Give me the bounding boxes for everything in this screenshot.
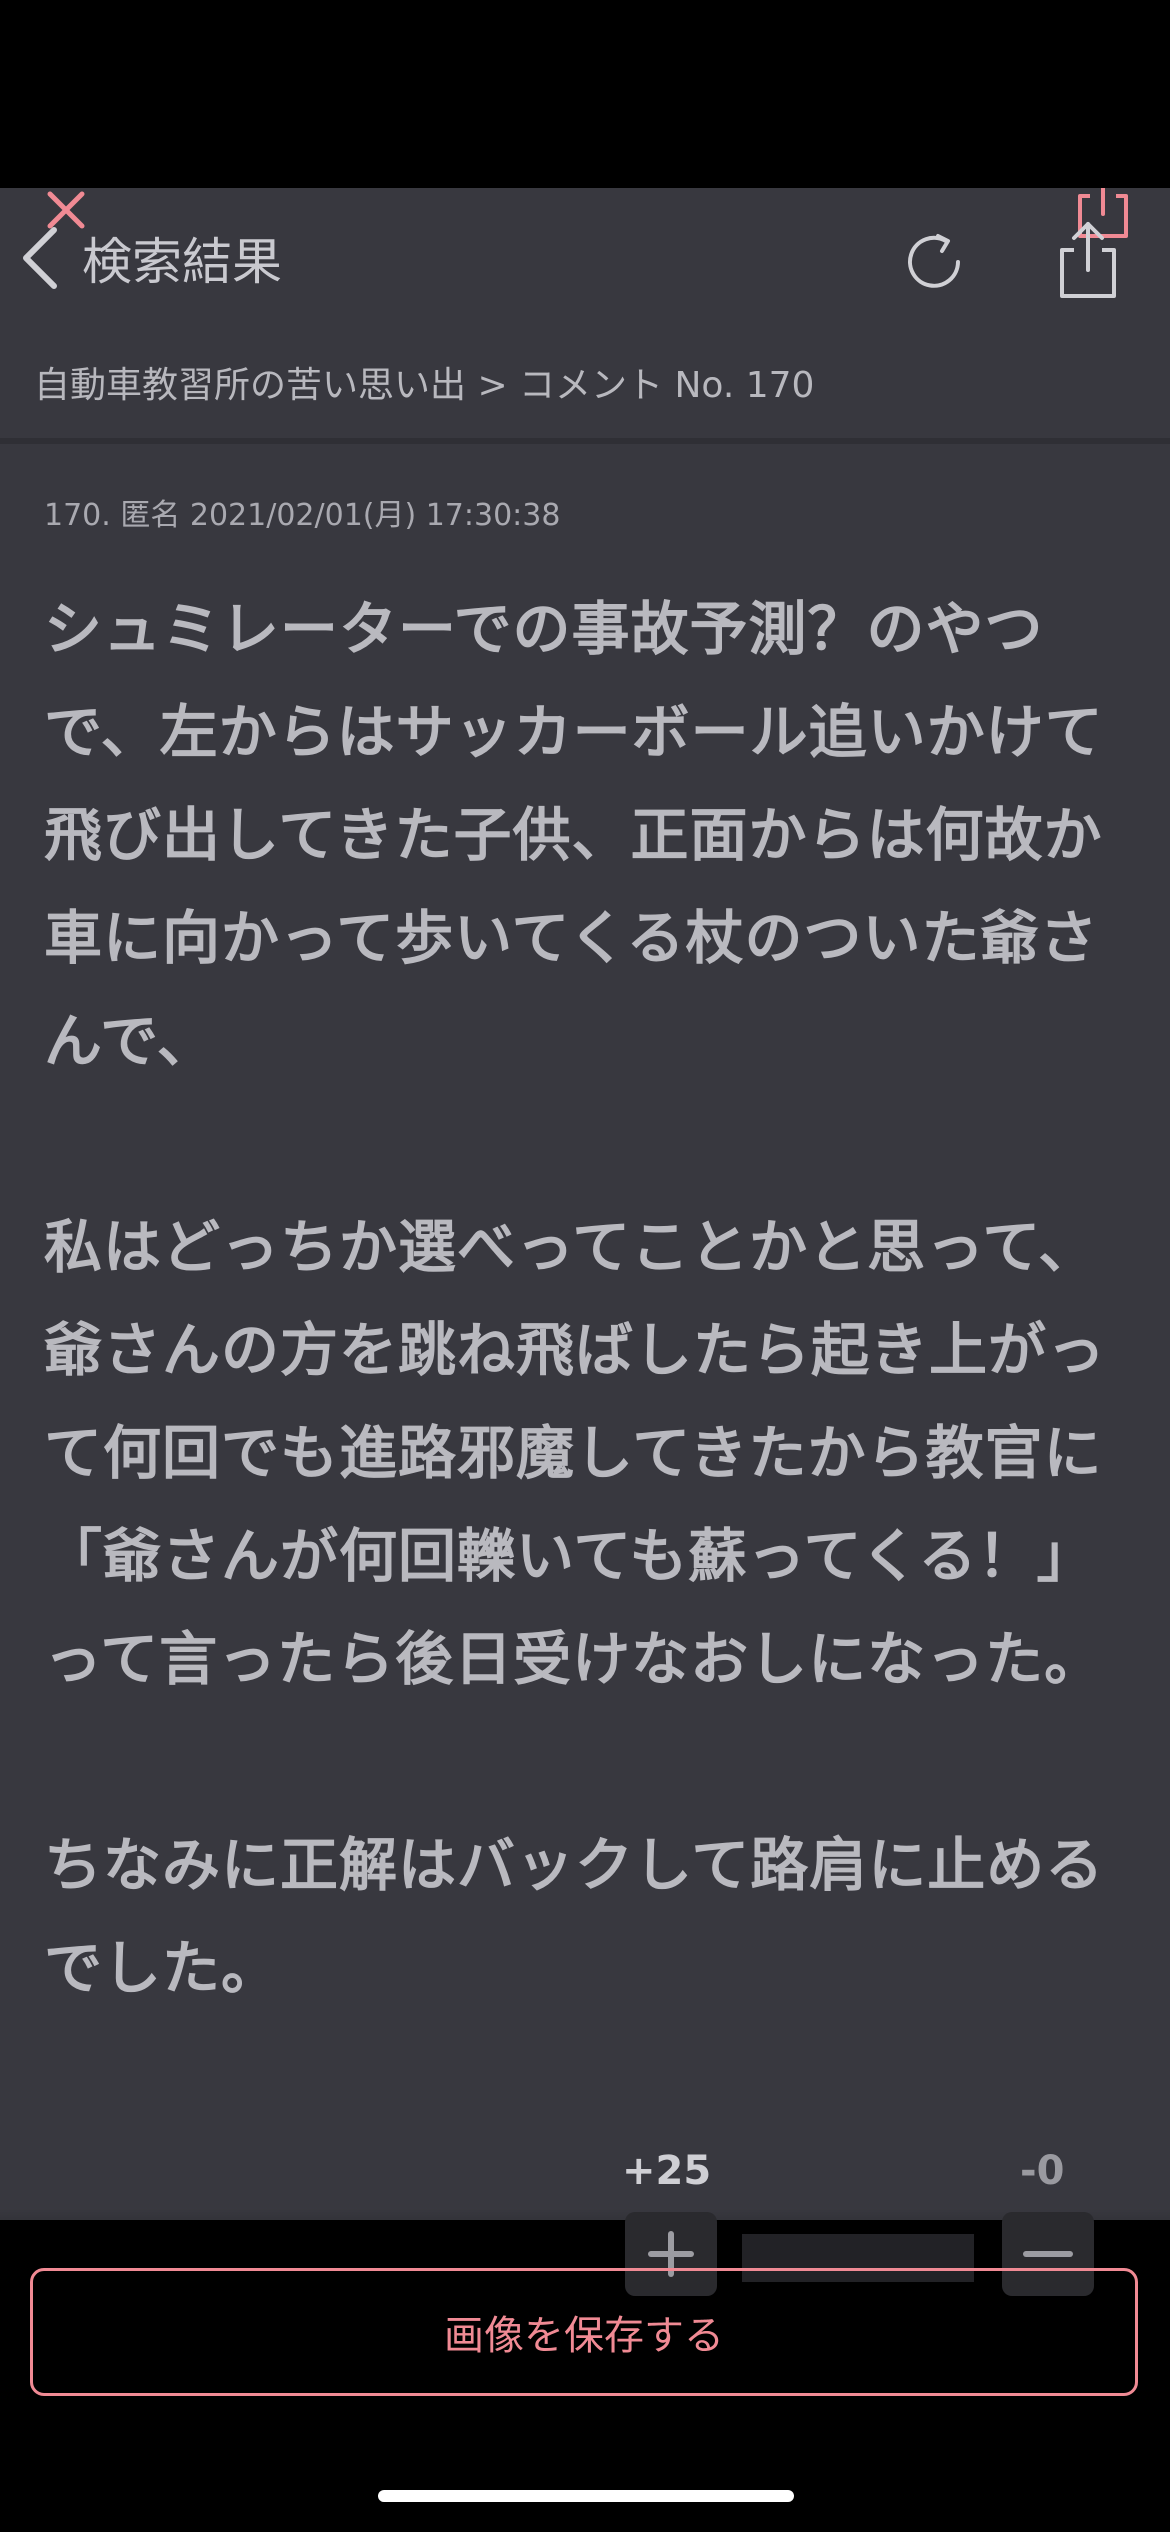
breadcrumb[interactable]: 自動車教習所の苦い思い出 > コメント No. 170 xyxy=(34,356,814,408)
minus-vote-count: -0 xyxy=(1020,2148,1065,2194)
share-icon xyxy=(1060,222,1116,298)
comment-paragraph: シュミレーターでの事故予測？のやつで、左からはサッカーボール追いかけて飛び出して… xyxy=(44,595,1104,1075)
back-button[interactable]: 検索結果 xyxy=(20,218,282,298)
navigation-bar: 検索結果 xyxy=(0,188,1170,328)
refresh-icon xyxy=(908,234,960,288)
bottom-fade xyxy=(0,2208,1170,2220)
comment-body: シュミレーターでの事故予測？のやつで、左からはサッカーボール追いかけて飛び出して… xyxy=(44,578,1126,2020)
divider xyxy=(0,438,1170,444)
plus-vote-count: +25 xyxy=(622,2148,712,2194)
save-image-button[interactable]: 画像を保存する xyxy=(30,2268,1138,2396)
refresh-button[interactable] xyxy=(900,228,968,296)
content-area: 検索結果 自動車教習所の苦い思い出 > コメント No. 170 170. 匿名… xyxy=(0,188,1170,2220)
comment-paragraph: ちなみに正解はバックして路肩に止めるでした。 xyxy=(44,1831,1105,2002)
status-bar xyxy=(0,0,1170,188)
home-indicator[interactable] xyxy=(378,2490,794,2502)
back-label: 検索結果 xyxy=(82,233,282,291)
comment-meta: 170. 匿名 2021/02/01(月) 17:30:38 xyxy=(44,498,561,533)
share-button[interactable] xyxy=(1052,218,1124,302)
comment-paragraph: 私はどっちか選べってことかと思って、爺さんの方を跳ね飛ばしたら起き上がって何回で… xyxy=(44,1213,1107,1693)
chevron-left-icon xyxy=(20,226,60,290)
